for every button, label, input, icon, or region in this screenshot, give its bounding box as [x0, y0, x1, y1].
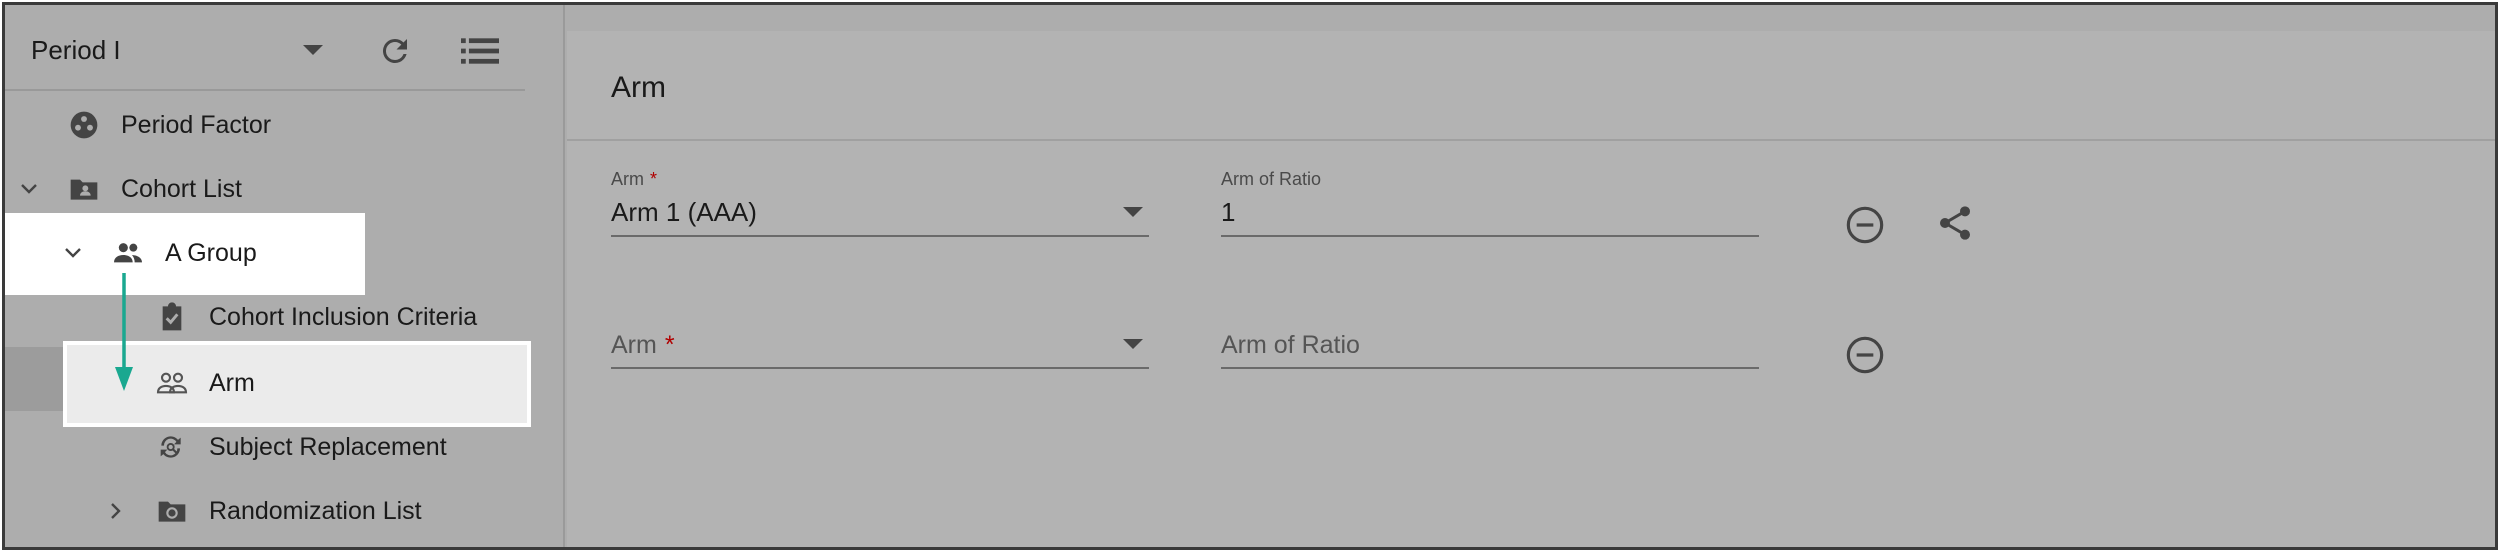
- tree-item-label: Arm: [209, 369, 255, 397]
- main-header: Arm: [567, 31, 2495, 141]
- remove-circle-icon[interactable]: [1845, 205, 1885, 245]
- tree-item-cohort-list[interactable]: Cohort List: [5, 157, 565, 221]
- tree-item-cohort-inclusion-criteria[interactable]: Cohort Inclusion Criteria: [5, 285, 565, 349]
- field-placeholder: Arm *: [611, 331, 675, 359]
- tree-item-label: Cohort List: [121, 175, 242, 203]
- factor-icon: [70, 111, 98, 139]
- chevron-down-icon[interactable]: [1123, 207, 1143, 217]
- tree-item-label: Randomization List: [209, 497, 422, 525]
- main-panel: Arm Arm * Arm 1 (AAA) Arm of Ratio 1 Arm *: [567, 31, 2495, 547]
- chevron-down-icon[interactable]: [17, 177, 41, 201]
- folder-sync-icon: [158, 501, 186, 522]
- arm-ratio-field[interactable]: Arm of Ratio: [1221, 301, 1759, 371]
- arm-ratio-field[interactable]: Arm of Ratio 1: [1221, 169, 1759, 239]
- sidebar: Period I Period Factor Cohort List A Gro…: [5, 5, 565, 547]
- tree-item-a-group[interactable]: A Group: [5, 221, 565, 285]
- field-label: Arm *: [611, 169, 658, 189]
- tree-item-label: Period Factor: [121, 111, 272, 139]
- field-value: 1: [1221, 197, 1236, 227]
- folder-account-icon: [70, 179, 98, 200]
- page-title: Arm: [611, 71, 666, 104]
- field-label: Arm of Ratio: [1221, 169, 1322, 189]
- clipboard-check-icon: [162, 302, 182, 331]
- annotation-arrow: [115, 273, 133, 391]
- field-placeholder: Arm of Ratio: [1221, 331, 1360, 359]
- field-value: Arm 1 (AAA): [611, 197, 757, 227]
- tree-item-label: Cohort Inclusion Criteria: [209, 303, 478, 331]
- period-selector-bar: Period I: [5, 5, 525, 91]
- period-selector[interactable]: Period I: [31, 35, 121, 66]
- chevron-down-icon[interactable]: [1123, 339, 1143, 349]
- tree-item-arm[interactable]: Arm: [5, 351, 565, 415]
- field-underline: [1221, 235, 1759, 237]
- chevron-right-icon[interactable]: [103, 499, 127, 523]
- field-underline: [611, 367, 1149, 369]
- share-icon[interactable]: [1935, 203, 1975, 243]
- refresh-icon[interactable]: [377, 33, 413, 69]
- chevron-down-icon[interactable]: [303, 45, 323, 55]
- arm-select[interactable]: Arm * Arm 1 (AAA): [611, 169, 1149, 239]
- field-underline: [1221, 367, 1759, 369]
- chevron-down-icon[interactable]: [61, 241, 85, 265]
- people-outline-icon: [156, 372, 188, 394]
- app-frame: Period I Period Factor Cohort List A Gro…: [2, 2, 2498, 550]
- list-icon[interactable]: [461, 35, 499, 67]
- tree-item-label: A Group: [165, 239, 257, 267]
- remove-circle-icon[interactable]: [1845, 335, 1885, 375]
- tree-item-randomization-list[interactable]: Randomization List: [5, 479, 565, 543]
- tree-item-subject-replacement[interactable]: Subject Replacement: [5, 415, 565, 479]
- people-icon: [114, 243, 142, 263]
- tree-item-label: Subject Replacement: [209, 433, 447, 461]
- arm-select[interactable]: Arm *: [611, 301, 1149, 371]
- tree-item-period-factor[interactable]: Period Factor: [5, 93, 565, 157]
- field-underline: [611, 235, 1149, 237]
- replace-icon: [160, 436, 181, 458]
